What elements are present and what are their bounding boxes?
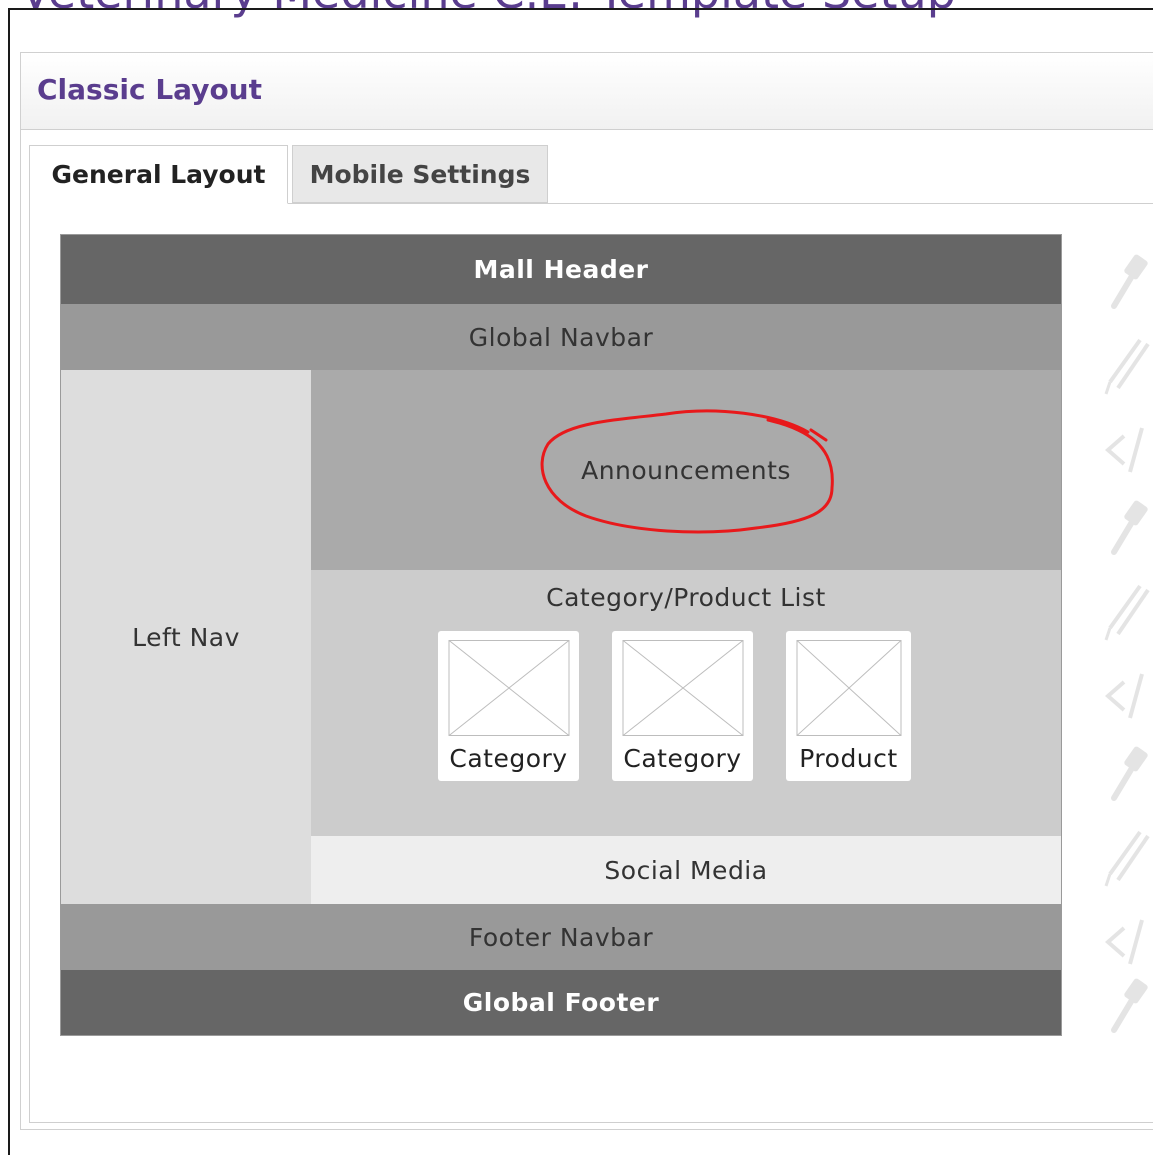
global-footer-block[interactable]: Global Footer bbox=[61, 970, 1061, 1035]
category-card[interactable]: Category bbox=[438, 631, 579, 781]
pencil-icon[interactable] bbox=[1098, 824, 1153, 894]
image-placeholder-icon bbox=[622, 640, 743, 736]
card-label: Product bbox=[799, 744, 898, 773]
social-media-block[interactable]: Social Media bbox=[311, 836, 1061, 904]
footer-navbar-block[interactable]: Footer Navbar bbox=[61, 904, 1061, 970]
pencil-icon[interactable] bbox=[1098, 578, 1153, 648]
hammer-icon[interactable] bbox=[1098, 974, 1153, 1044]
code-icon[interactable] bbox=[1098, 660, 1153, 730]
page: Veterinary Medicine C.E. Template Setup … bbox=[0, 0, 1153, 1155]
hammer-icon[interactable] bbox=[1098, 742, 1153, 812]
card-label: Category bbox=[449, 744, 568, 773]
code-icon[interactable] bbox=[1098, 906, 1153, 976]
code-icon[interactable] bbox=[1098, 414, 1153, 484]
mall-header-block[interactable]: Mall Header bbox=[61, 235, 1061, 304]
panel-title: Classic Layout bbox=[37, 73, 262, 106]
category-product-list-title: Category/Product List bbox=[546, 583, 826, 612]
panel-header: Classic Layout bbox=[21, 53, 1153, 130]
image-placeholder-icon bbox=[796, 640, 901, 736]
image-placeholder-icon bbox=[448, 640, 569, 736]
side-tool-icons bbox=[1098, 250, 1153, 1050]
tab-general-layout[interactable]: General Layout bbox=[29, 145, 288, 204]
announcements-block[interactable]: Announcements bbox=[311, 370, 1061, 570]
card-label: Category bbox=[623, 744, 742, 773]
hammer-icon[interactable] bbox=[1098, 250, 1153, 320]
left-nav-block[interactable]: Left Nav bbox=[61, 370, 311, 904]
hammer-icon[interactable] bbox=[1098, 496, 1153, 566]
layout-diagram: Mall Header Global Navbar Left Nav Annou… bbox=[60, 234, 1062, 1036]
product-card[interactable]: Product bbox=[786, 631, 911, 781]
global-navbar-block[interactable]: Global Navbar bbox=[61, 304, 1061, 370]
category-card[interactable]: Category bbox=[612, 631, 753, 781]
tab-mobile-settings[interactable]: Mobile Settings bbox=[292, 145, 548, 203]
pencil-icon[interactable] bbox=[1098, 332, 1153, 402]
tab-strip: General Layout Mobile Settings bbox=[29, 145, 1153, 204]
category-product-list-block[interactable]: Category/Product List Category Category bbox=[311, 570, 1061, 836]
